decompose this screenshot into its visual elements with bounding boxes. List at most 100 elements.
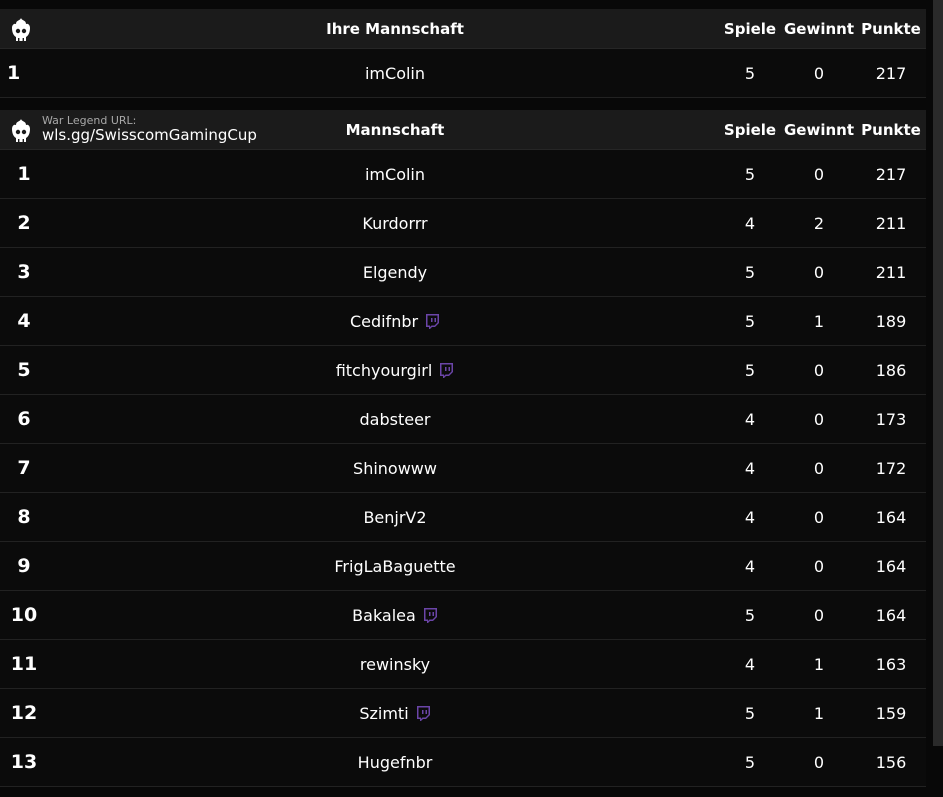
team-name-cell: dabsteer	[110, 395, 680, 443]
table-row: 11 rewinsky 4 1 163	[0, 640, 926, 689]
team-name-text: BenjrV2	[363, 507, 427, 527]
rank-cell: 13	[10, 751, 38, 773]
rank-cell: 12	[10, 702, 38, 724]
twitch-icon[interactable]	[415, 705, 431, 721]
points-cell: 217	[875, 63, 907, 83]
points-cell: 164	[875, 507, 907, 527]
team-name-cell: BenjrV2	[110, 493, 680, 541]
flame-skull-logo-icon	[12, 119, 30, 142]
wins-cell: 1	[813, 311, 825, 331]
table-row: 2 Kurdorrr 4 2 211	[0, 199, 926, 248]
col-header-wins-label: Gewinnt	[784, 19, 855, 38]
table-row: 8 BenjrV2 4 0 164	[0, 493, 926, 542]
rank-cell: 4	[17, 310, 31, 332]
twitch-icon[interactable]	[424, 313, 440, 329]
team-name-cell: Kurdorrr	[110, 199, 680, 247]
wins-cell: 0	[813, 556, 825, 576]
team-name-text: rewinsky	[359, 654, 431, 674]
games-cell: 5	[744, 311, 756, 331]
flame-skull-logo-icon	[12, 18, 30, 41]
col-header-team-label: Ihre Mannschaft	[326, 19, 464, 38]
rank-cell: 3	[17, 261, 31, 283]
twitch-icon[interactable]	[422, 607, 438, 623]
team-name-text: Kurdorrr	[362, 213, 428, 233]
games-cell: 4	[744, 556, 756, 576]
table-row: 6 dabsteer 4 0 173	[0, 395, 926, 444]
rank-cell: 11	[10, 653, 38, 675]
games-cell: 4	[744, 507, 756, 527]
team-name-text: Bakalea	[352, 605, 416, 625]
team-name-cell: Bakalea	[110, 591, 680, 639]
games-cell: 5	[744, 360, 756, 380]
team-name-cell: Elgendy	[110, 248, 680, 296]
rank-cell: 6	[17, 408, 31, 430]
points-cell: 211	[875, 213, 907, 233]
wins-cell: 1	[813, 703, 825, 723]
games-cell: 5	[744, 703, 756, 723]
wins-cell: 0	[813, 262, 825, 282]
col-header-team-label: Mannschaft	[345, 120, 445, 139]
team-name-text: Hugefnbr	[357, 752, 433, 772]
games-cell: 4	[744, 213, 756, 233]
table-row: 3 Elgendy 5 0 211	[0, 248, 926, 297]
team-name-cell: Shinowww	[110, 444, 680, 492]
games-cell: 4	[744, 458, 756, 478]
points-cell: 159	[875, 703, 907, 723]
wins-cell: 0	[813, 605, 825, 625]
games-cell: 4	[744, 409, 756, 429]
games-cell: 5	[744, 262, 756, 282]
my-team-panel: Ihre Mannschaft Spiele Gewinnt Punkte 1 …	[0, 9, 926, 98]
wins-cell: 0	[813, 752, 825, 772]
team-name-cell: fitchyourgirl	[110, 346, 680, 394]
team-name-text: Shinowww	[353, 458, 437, 478]
rank-cell: 1	[7, 62, 21, 84]
team-name-cell: imColin	[110, 150, 680, 198]
points-cell: 172	[875, 458, 907, 478]
table-row: 4 Cedifnbr 5 1 189	[0, 297, 926, 346]
my-team-header: Ihre Mannschaft Spiele Gewinnt Punkte	[0, 9, 926, 49]
wins-cell: 0	[813, 360, 825, 380]
leaderboard-header: War Legend URL: wls.gg/SwisscomGamingCup…	[0, 110, 926, 150]
rank-cell: 1	[17, 163, 31, 185]
twitch-icon[interactable]	[438, 362, 454, 378]
points-cell: 164	[875, 556, 907, 576]
team-name-cell: Cedifnbr	[110, 297, 680, 345]
col-header-games-label: Spiele	[723, 19, 777, 38]
leaderboard-panel: War Legend URL: wls.gg/SwisscomGamingCup…	[0, 110, 926, 787]
team-name-text: Cedifnbr	[349, 311, 419, 331]
table-row: 7 Shinowww 4 0 172	[0, 444, 926, 493]
col-header-team: Mannschaft	[110, 110, 680, 149]
col-header-wins-label: Gewinnt	[784, 120, 855, 139]
points-cell: 173	[875, 409, 907, 429]
wins-cell: 0	[813, 507, 825, 527]
points-cell: 156	[875, 752, 907, 772]
points-cell: 164	[875, 605, 907, 625]
points-cell: 163	[875, 654, 907, 674]
leaderboard-rows: 1 imColin 5 0 217 2 Kurdorrr 4 2 211 3 E…	[0, 150, 926, 787]
scrollbar[interactable]	[933, 0, 943, 746]
games-cell: 5	[744, 605, 756, 625]
team-name-cell: Hugefnbr	[110, 738, 680, 786]
team-name-text: FrigLaBaguette	[334, 556, 456, 576]
rank-cell: 10	[10, 604, 38, 626]
rank-cell: 5	[17, 359, 31, 381]
table-row: 9 FrigLaBaguette 4 0 164	[0, 542, 926, 591]
col-header-games: Spiele	[724, 110, 776, 149]
col-header-wins: Gewinnt	[784, 9, 855, 48]
team-name-text: Elgendy	[362, 262, 428, 282]
team-name-text: imColin	[364, 164, 426, 184]
wins-cell: 1	[813, 654, 825, 674]
col-header-points-label: Punkte	[861, 120, 921, 139]
col-header-points: Punkte	[858, 110, 924, 149]
games-cell: 4	[744, 654, 756, 674]
team-name-cell: FrigLaBaguette	[110, 542, 680, 590]
table-row: 1 imColin 5 0 217	[0, 150, 926, 199]
team-name-text: fitchyourgirl	[335, 360, 433, 380]
points-cell: 211	[875, 262, 907, 282]
games-cell: 5	[744, 63, 756, 83]
wins-cell: 2	[813, 213, 825, 233]
col-header-wins: Gewinnt	[784, 110, 855, 149]
table-row: 12 Szimti 5 1 159	[0, 689, 926, 738]
games-cell: 5	[744, 164, 756, 184]
wins-cell: 0	[813, 409, 825, 429]
